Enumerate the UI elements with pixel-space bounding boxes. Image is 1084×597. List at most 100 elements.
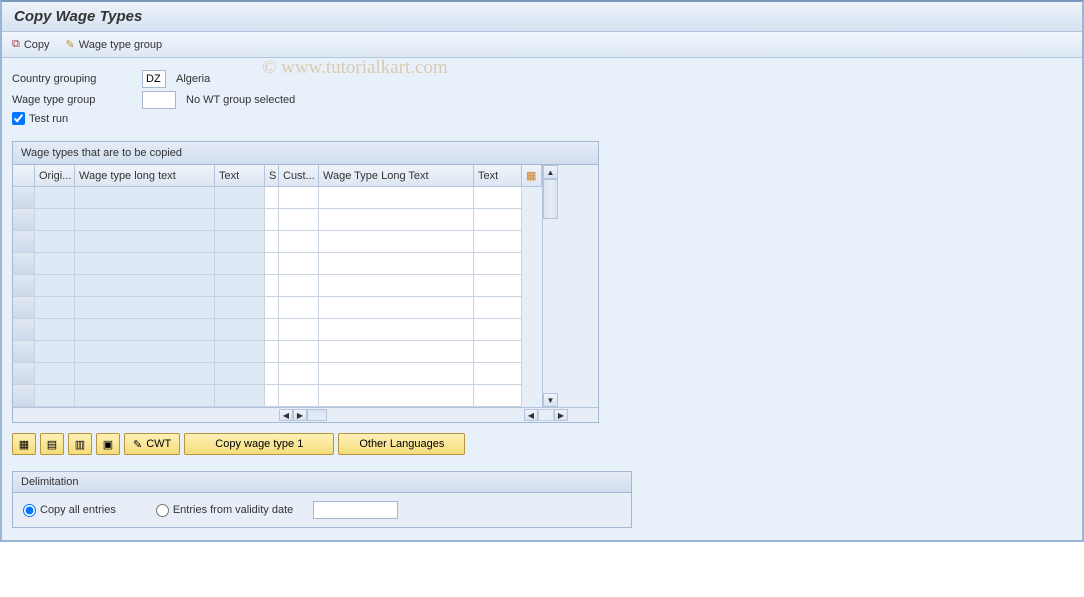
- grid-cell[interactable]: [75, 253, 215, 275]
- grid-cell[interactable]: [35, 231, 75, 253]
- grid-cell[interactable]: [215, 209, 265, 231]
- grid-cell[interactable]: [35, 385, 75, 407]
- grid-tool-icon-1[interactable]: ▦: [12, 433, 36, 455]
- grid-column-header[interactable]: Text: [215, 165, 265, 187]
- grid-cell[interactable]: [279, 385, 319, 407]
- grid-cell[interactable]: [279, 187, 319, 209]
- grid-column-header[interactable]: Cust...: [279, 165, 319, 187]
- grid-cell[interactable]: [474, 253, 522, 275]
- grid-cell[interactable]: [75, 341, 215, 363]
- grid-column-header[interactable]: [13, 165, 35, 187]
- wage-type-group-input[interactable]: [142, 91, 176, 109]
- grid-cell[interactable]: [319, 385, 474, 407]
- grid-cell[interactable]: [215, 253, 265, 275]
- grid-row-selector[interactable]: [13, 385, 35, 407]
- grid-row-selector[interactable]: [13, 253, 35, 275]
- grid-vertical-scrollbar[interactable]: ▲ ▼: [542, 165, 558, 407]
- grid-cell[interactable]: [35, 275, 75, 297]
- grid-cell[interactable]: [522, 209, 542, 231]
- grid-cell[interactable]: [319, 319, 474, 341]
- copy-all-entries-radio[interactable]: Copy all entries: [23, 504, 116, 517]
- country-grouping-input[interactable]: [142, 70, 166, 88]
- grid-cell[interactable]: [215, 385, 265, 407]
- scroll-right-icon[interactable]: ▶: [293, 409, 307, 421]
- grid-cell[interactable]: [474, 319, 522, 341]
- grid-cell[interactable]: [215, 341, 265, 363]
- grid-cell[interactable]: [265, 363, 279, 385]
- grid-cell[interactable]: [474, 363, 522, 385]
- grid-cell[interactable]: [522, 187, 542, 209]
- grid-cell[interactable]: [474, 275, 522, 297]
- grid-cell[interactable]: [215, 297, 265, 319]
- grid-cell[interactable]: [474, 341, 522, 363]
- scroll-right-icon-2[interactable]: ▶: [554, 409, 568, 421]
- grid-cell[interactable]: [265, 319, 279, 341]
- grid-cell[interactable]: [265, 297, 279, 319]
- validity-date-input[interactable]: [313, 501, 398, 519]
- grid-row-selector[interactable]: [13, 275, 35, 297]
- grid-cell[interactable]: [265, 275, 279, 297]
- grid-cell[interactable]: [319, 297, 474, 319]
- grid-cell[interactable]: [522, 319, 542, 341]
- grid-cell[interactable]: [522, 363, 542, 385]
- grid-cell[interactable]: [522, 275, 542, 297]
- grid-cell[interactable]: [215, 231, 265, 253]
- grid-cell[interactable]: [474, 187, 522, 209]
- scroll-down-icon[interactable]: ▼: [543, 393, 558, 407]
- grid-row-selector[interactable]: [13, 231, 35, 253]
- grid-cell[interactable]: [215, 363, 265, 385]
- entries-from-date-radio[interactable]: Entries from validity date: [156, 504, 293, 517]
- grid-cell[interactable]: [279, 253, 319, 275]
- grid-cell[interactable]: [75, 209, 215, 231]
- grid-cell[interactable]: [279, 363, 319, 385]
- grid-cell[interactable]: [75, 297, 215, 319]
- grid-row-selector[interactable]: [13, 209, 35, 231]
- grid-cell[interactable]: [319, 209, 474, 231]
- grid-cell[interactable]: [279, 319, 319, 341]
- grid-cell[interactable]: [522, 297, 542, 319]
- grid-cell[interactable]: [319, 187, 474, 209]
- grid-cell[interactable]: [75, 363, 215, 385]
- grid-cell[interactable]: [75, 275, 215, 297]
- grid-column-header[interactable]: Origi...: [35, 165, 75, 187]
- wage-type-group-button[interactable]: ✎ Wage type group: [66, 38, 163, 51]
- grid-row-selector[interactable]: [13, 341, 35, 363]
- grid-cell[interactable]: [522, 341, 542, 363]
- grid-column-header[interactable]: S: [265, 165, 279, 187]
- grid-cell[interactable]: [474, 385, 522, 407]
- grid-tool-icon-3[interactable]: ▥: [68, 433, 92, 455]
- grid-tool-icon-4[interactable]: ▣: [96, 433, 120, 455]
- grid-cell[interactable]: [35, 341, 75, 363]
- grid-cell[interactable]: [279, 297, 319, 319]
- scroll-up-icon[interactable]: ▲: [543, 165, 558, 179]
- grid-cell[interactable]: [279, 209, 319, 231]
- grid-row-selector[interactable]: [13, 297, 35, 319]
- grid-cell[interactable]: [319, 253, 474, 275]
- grid-cell[interactable]: [75, 231, 215, 253]
- grid-cell[interactable]: [265, 341, 279, 363]
- grid-cell[interactable]: [474, 209, 522, 231]
- grid-cell[interactable]: [215, 187, 265, 209]
- grid-cell[interactable]: [35, 319, 75, 341]
- cwt-button[interactable]: ✎ CWT: [124, 433, 180, 455]
- grid-row-selector[interactable]: [13, 319, 35, 341]
- scroll-left-icon-2[interactable]: ◀: [524, 409, 538, 421]
- grid-column-header[interactable]: Wage type long text: [75, 165, 215, 187]
- other-languages-button[interactable]: Other Languages: [338, 433, 465, 455]
- grid-cell[interactable]: [474, 231, 522, 253]
- grid-column-header[interactable]: Text: [474, 165, 522, 187]
- grid-cell[interactable]: [265, 209, 279, 231]
- grid-cell[interactable]: [35, 297, 75, 319]
- grid-cell[interactable]: [35, 187, 75, 209]
- grid-column-header[interactable]: Wage Type Long Text: [319, 165, 474, 187]
- grid-cell[interactable]: [319, 363, 474, 385]
- grid-cell[interactable]: [35, 253, 75, 275]
- grid-cell[interactable]: [522, 385, 542, 407]
- grid-cell[interactable]: [474, 297, 522, 319]
- grid-cell[interactable]: [265, 231, 279, 253]
- grid-cell[interactable]: [215, 275, 265, 297]
- grid-cell[interactable]: [265, 385, 279, 407]
- grid-cell[interactable]: [279, 275, 319, 297]
- test-run-checkbox[interactable]: [12, 112, 25, 125]
- copy-wage-type-1-button[interactable]: Copy wage type 1: [184, 433, 334, 455]
